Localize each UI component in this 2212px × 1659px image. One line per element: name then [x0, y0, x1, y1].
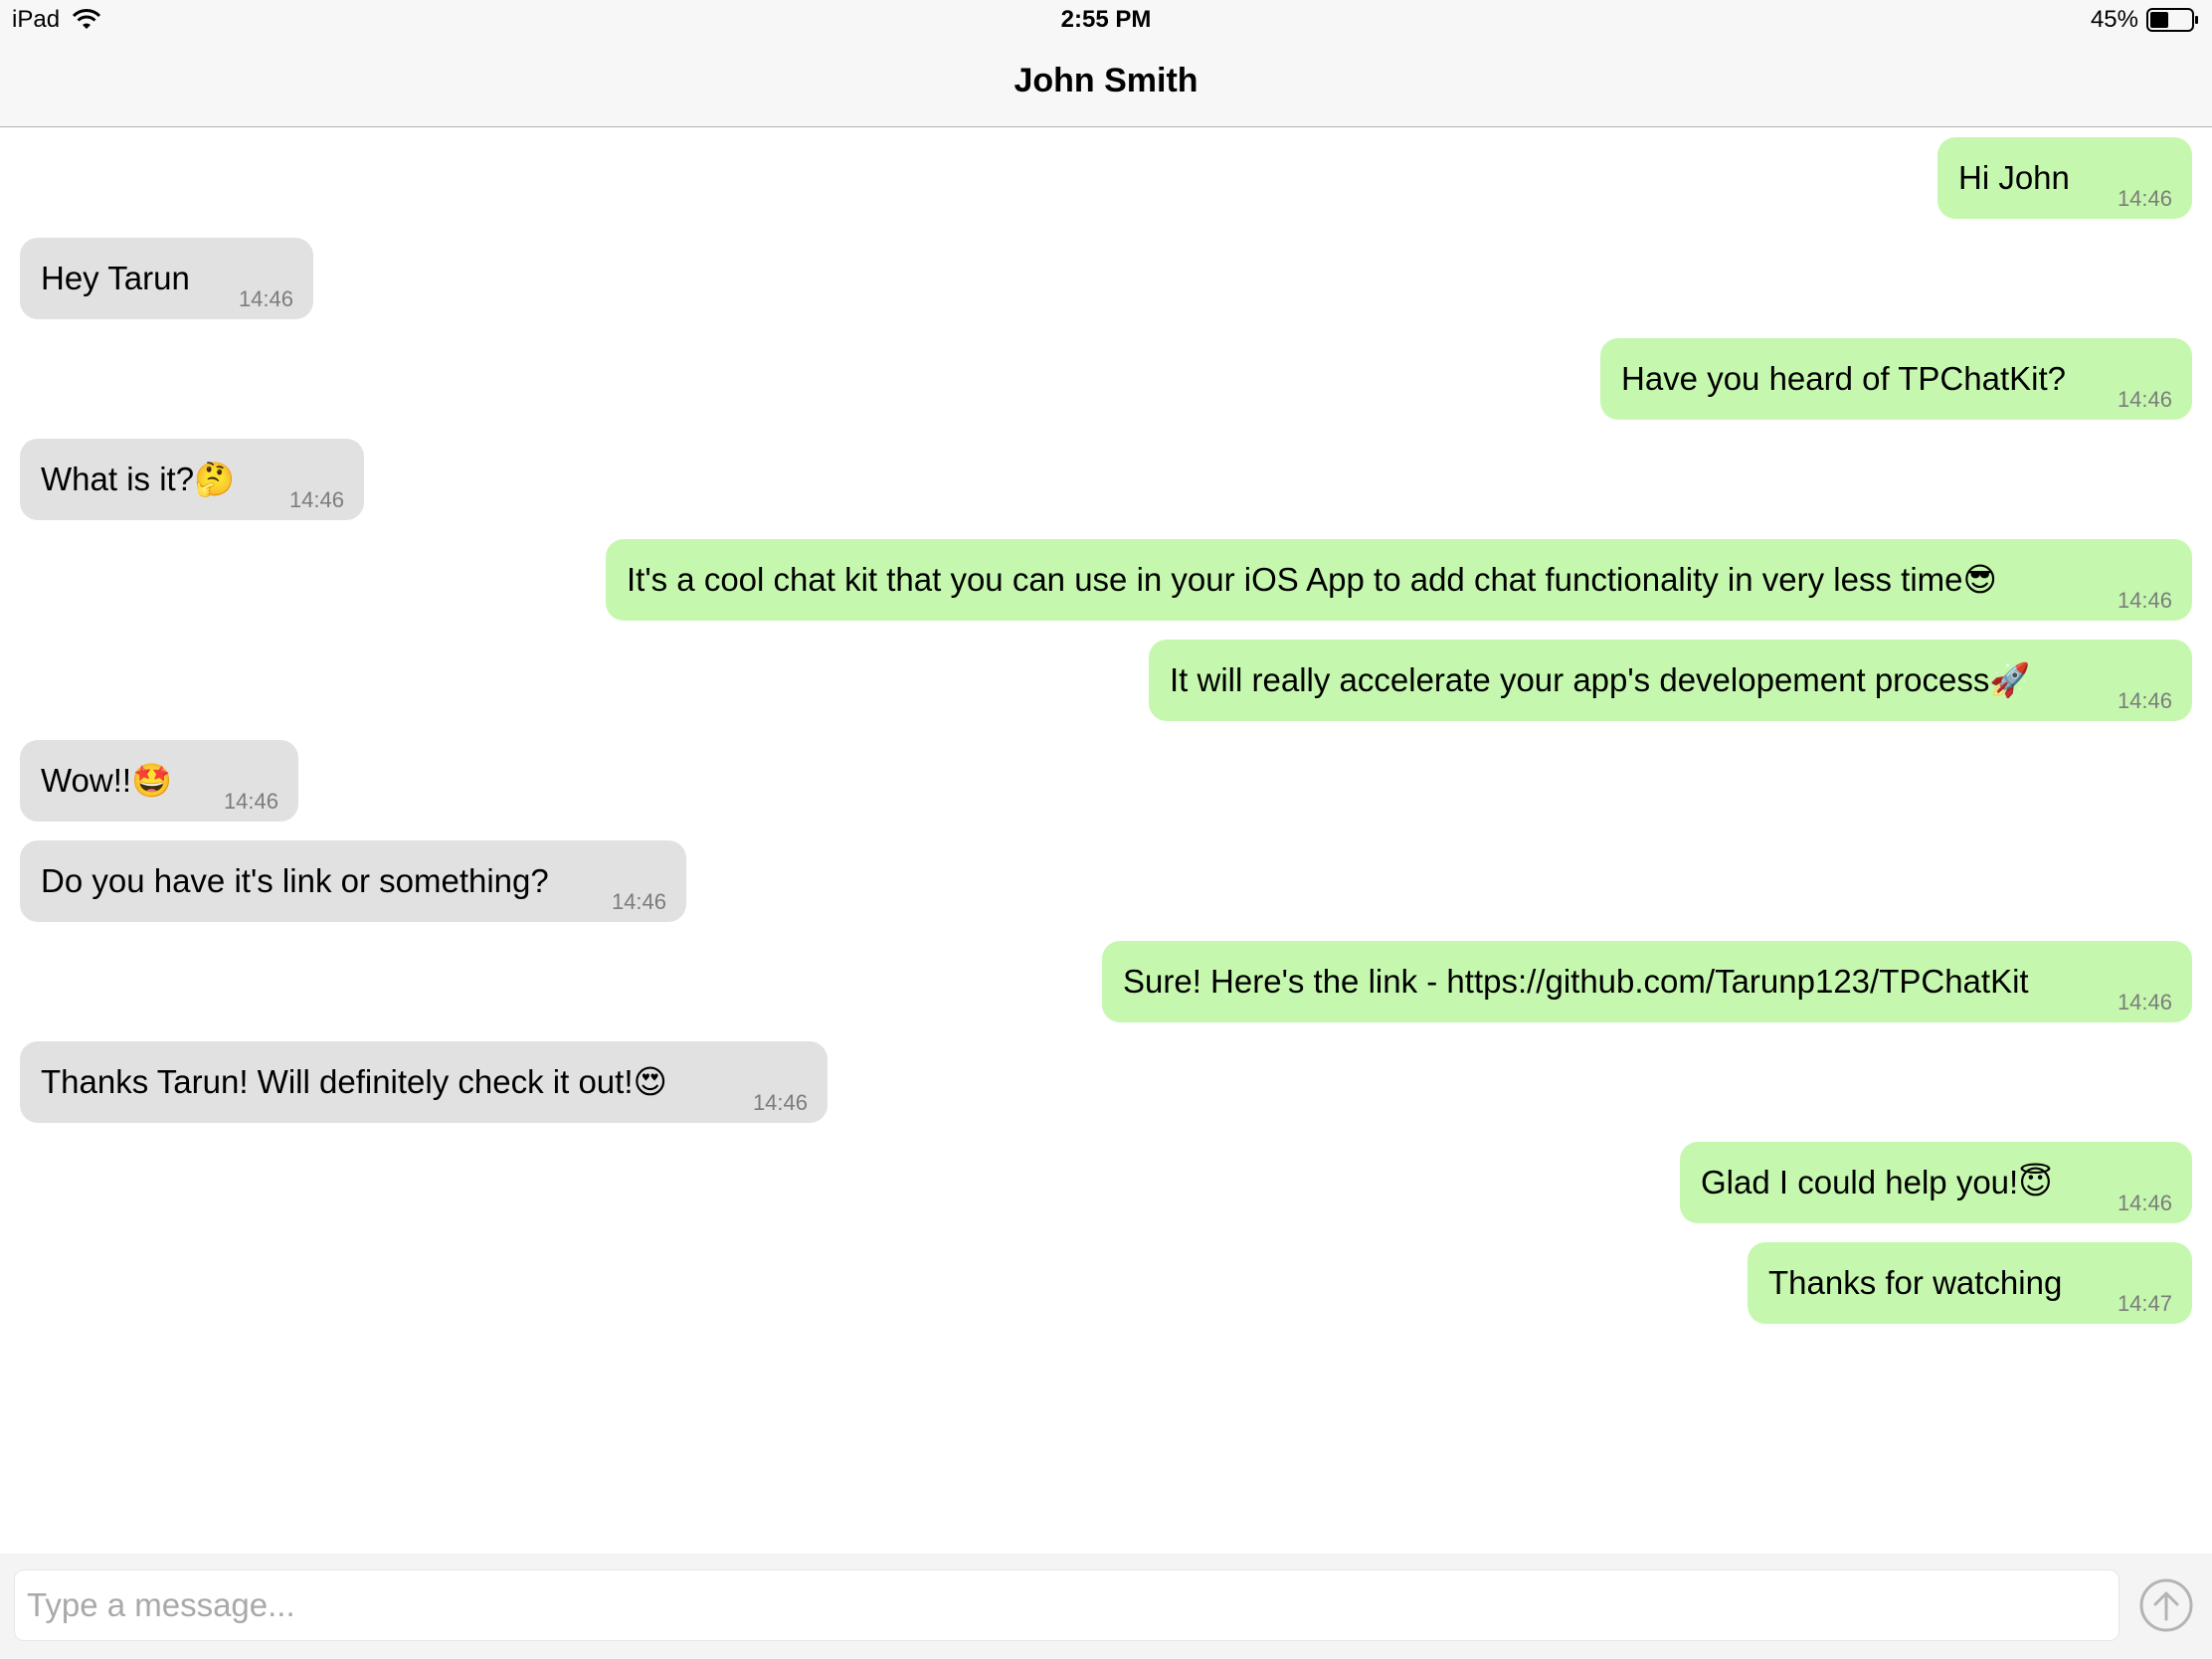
status-bar: iPad 2:55 PM 45%	[0, 0, 2212, 40]
message-timestamp: 14:46	[2117, 1191, 2172, 1215]
outgoing-message-bubble[interactable]: It's a cool chat kit that you can use in…	[606, 539, 2192, 621]
chat-screen: iPad 2:55 PM 45% John Smith Hi John 14:46…	[0, 0, 2212, 1659]
message-text: Thanks for watching	[1768, 1264, 2063, 1301]
status-time: 2:55 PM	[1060, 6, 1152, 33]
message-text: Hi John	[1958, 159, 2070, 196]
battery-fill	[2150, 12, 2168, 28]
arrow-up-circle-icon	[2139, 1578, 2193, 1632]
incoming-message-bubble[interactable]: What is it?🤔 14:46	[20, 439, 364, 520]
status-right: 45%	[2091, 6, 2200, 34]
message-timestamp: 14:46	[2117, 387, 2172, 412]
message-timestamp: 14:46	[2117, 186, 2172, 211]
message-text: It's a cool chat kit that you can use in…	[627, 561, 1997, 598]
message-timestamp: 14:46	[2117, 588, 2172, 613]
message-text: Glad I could help you!😇	[1701, 1164, 2053, 1200]
message-timestamp: 14:46	[611, 889, 666, 914]
outgoing-message-bubble[interactable]: Sure! Here's the link - https://github.c…	[1102, 941, 2192, 1022]
message-text: What is it?🤔	[41, 461, 236, 497]
message-text: It will really accelerate your app's dev…	[1170, 661, 2031, 698]
battery-percent: 45%	[2090, 6, 2138, 33]
message-timestamp: 14:46	[752, 1090, 808, 1115]
incoming-message-bubble[interactable]: Do you have it's link or something? 14:46	[20, 840, 686, 922]
incoming-message-bubble[interactable]: Wow!!🤩 14:46	[20, 740, 298, 822]
outgoing-message-bubble[interactable]: It will really accelerate your app's dev…	[1149, 640, 2192, 721]
message-list[interactable]: Hi John 14:46 Hey Tarun 14:46 Have you heard…	[0, 128, 2212, 1554]
message-timestamp: 14:46	[288, 487, 344, 512]
message-text: Thanks Tarun! Will definitely check it o…	[41, 1063, 667, 1100]
composer-bar	[0, 1554, 2212, 1659]
message-timestamp: 14:46	[2117, 688, 2172, 713]
message-timestamp: 14:46	[2117, 990, 2172, 1014]
outgoing-message-bubble[interactable]: Glad I could help you!😇 14:46	[1680, 1142, 2192, 1223]
message-timestamp: 14:47	[2117, 1291, 2172, 1316]
send-button[interactable]	[2138, 1577, 2194, 1633]
message-text: Do you have it's link or something?	[41, 862, 549, 899]
message-timestamp: 14:46	[238, 286, 293, 311]
incoming-message-bubble[interactable]: Hey Tarun 14:46	[20, 238, 313, 319]
navigation-bar: John Smith	[0, 40, 2212, 127]
message-text: Hey Tarun	[41, 260, 190, 296]
message-text: Have you heard of TPChatKit?	[1621, 360, 2066, 397]
conversation-title: John Smith	[1014, 62, 1198, 99]
message-timestamp: 14:46	[223, 789, 278, 814]
outgoing-message-bubble[interactable]: Have you heard of TPChatKit? 14:46	[1600, 338, 2192, 420]
message-input[interactable]	[14, 1569, 2120, 1641]
battery-icon	[2146, 8, 2198, 32]
message-text: Sure! Here's the link - https://github.c…	[1123, 963, 2029, 1000]
outgoing-message-bubble[interactable]: Hi John 14:46	[1937, 137, 2192, 219]
message-text: Wow!!🤩	[41, 762, 173, 799]
incoming-message-bubble[interactable]: Thanks Tarun! Will definitely check it o…	[20, 1041, 828, 1123]
outgoing-message-bubble[interactable]: Thanks for watching 14:47	[1748, 1242, 2192, 1324]
